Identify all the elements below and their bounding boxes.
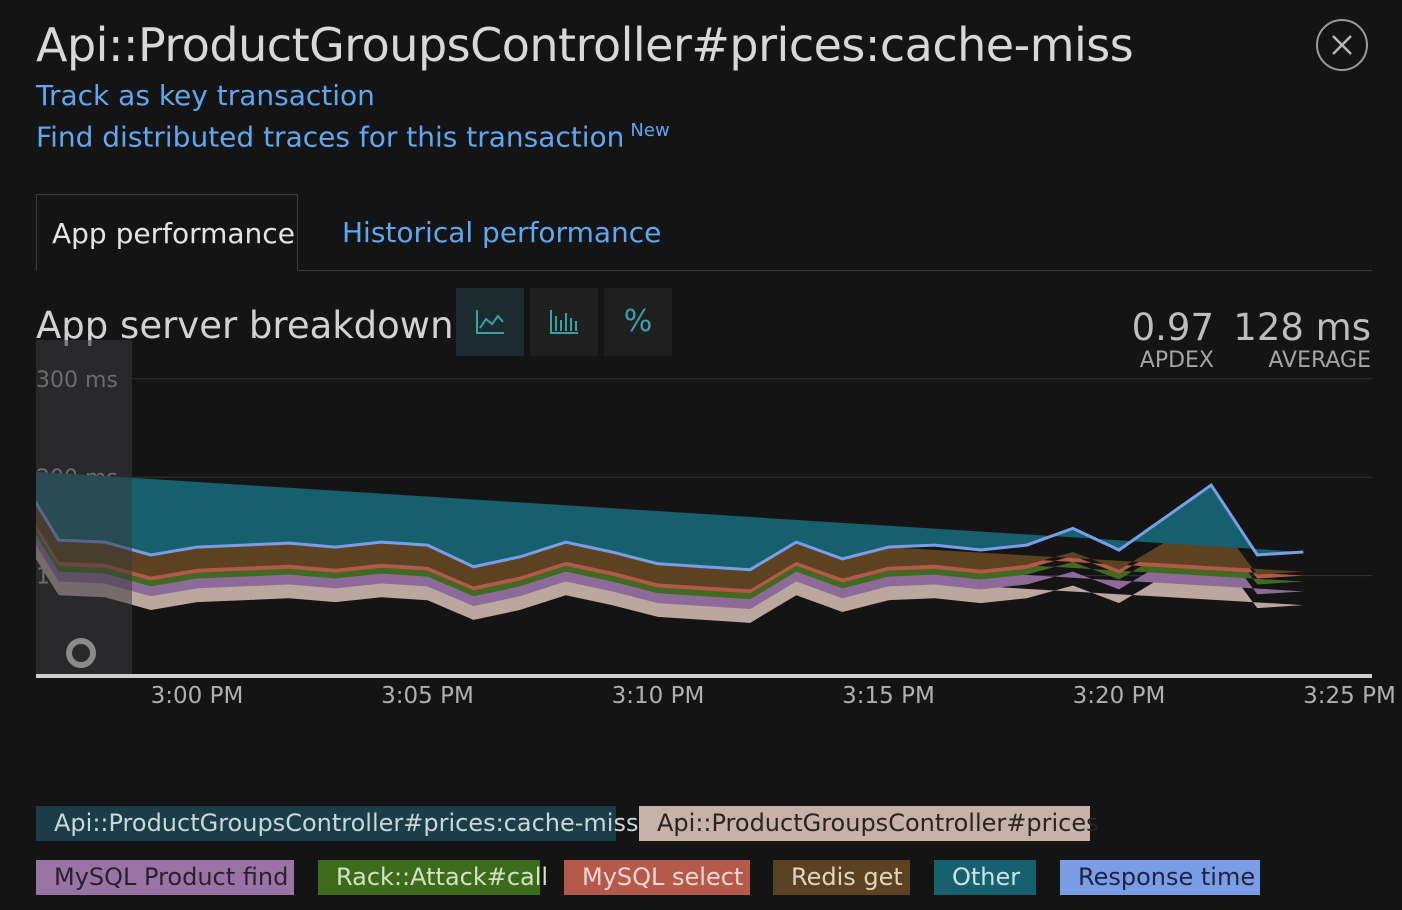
legend-item[interactable]: Other <box>934 860 1036 895</box>
legend-item[interactable]: MySQL Product find <box>36 860 294 895</box>
x-tick-label: 3:15 PM <box>842 683 935 709</box>
x-axis-baseline <box>36 674 1372 678</box>
x-tick-label: 3:25 PM <box>1303 683 1396 709</box>
legend-item[interactable]: Response time <box>1060 860 1260 895</box>
legend-item[interactable]: Api::ProductGroupsController#prices <box>639 806 1099 841</box>
tab-app-performance[interactable]: App performance <box>36 194 298 271</box>
x-tick-label: 3:05 PM <box>381 683 474 709</box>
legend-item[interactable]: Redis get <box>773 860 910 895</box>
legend-item[interactable]: MySQL select <box>564 860 750 895</box>
app-server-breakdown-chart: 100 ms200 ms300 ms3:00 PM3:05 PM3:10 PM3… <box>36 340 1396 709</box>
stacked-areas <box>36 471 1304 623</box>
x-tick-label: 3:20 PM <box>1073 683 1166 709</box>
x-tick-label: 3:10 PM <box>612 683 705 709</box>
overlay-window <box>36 340 132 674</box>
legend-item[interactable]: Rack::Attack#call <box>318 860 548 895</box>
x-tick-label: 3:00 PM <box>151 683 244 709</box>
legend-item[interactable]: Api::ProductGroupsController#prices:cach… <box>36 806 638 841</box>
